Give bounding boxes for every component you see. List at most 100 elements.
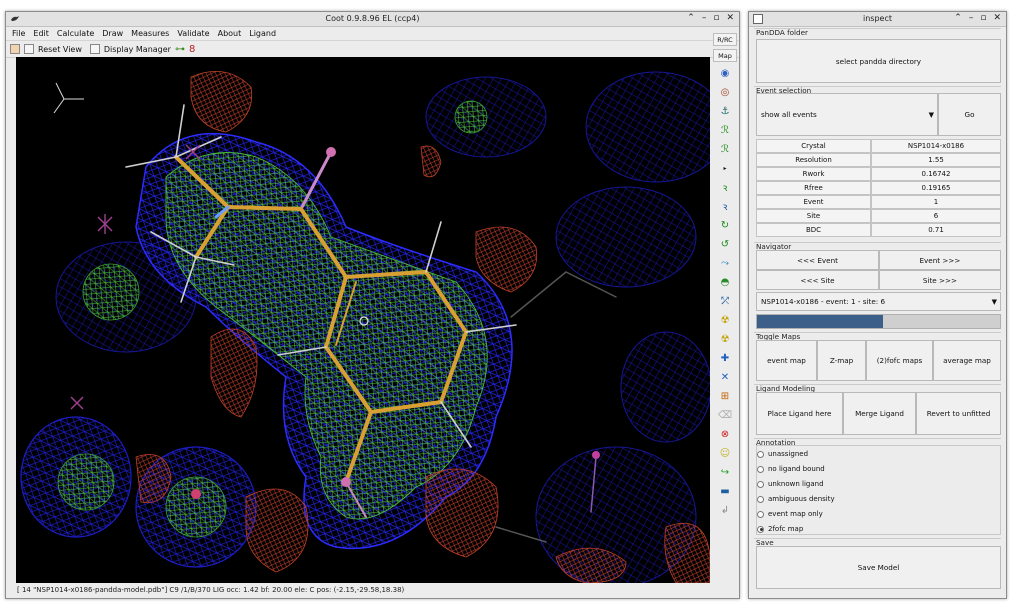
radio-button[interactable] xyxy=(757,450,764,458)
flip-icon[interactable]: ℛ xyxy=(715,141,735,157)
close-icon[interactable]: ✕ xyxy=(726,13,734,23)
reset-view-icon[interactable] xyxy=(24,44,34,54)
table-value-rwork: 0.16742 xyxy=(871,167,1001,181)
radio-button[interactable] xyxy=(757,495,764,503)
place-helix-icon[interactable]: ✚ xyxy=(715,350,735,366)
anchor-icon[interactable]: ⚓ xyxy=(715,103,735,119)
pick-icon[interactable]: 8 xyxy=(189,44,195,55)
coot-titlebar[interactable]: Coot 0.9.8.96 EL (ccp4) ⌃ – ▫ ✕ xyxy=(6,12,739,27)
pandda-folder-group: PanDDA folder xyxy=(754,28,1001,37)
toolbar-toggle-icon[interactable] xyxy=(10,44,20,54)
display-manager-button[interactable]: Display Manager xyxy=(104,45,171,54)
regularize-icon[interactable]: ◎ xyxy=(715,84,735,100)
radio-label: ambiguous density xyxy=(768,495,835,503)
menu-file[interactable]: File xyxy=(12,29,25,38)
radio-label: event map only xyxy=(768,510,823,518)
radio-label: unknown ligand xyxy=(768,480,824,488)
add-water-icon[interactable]: ☢ xyxy=(715,331,735,347)
add-atom-icon[interactable]: ☢ xyxy=(715,312,735,328)
pep-flip-icon[interactable]: ↻ xyxy=(715,217,735,233)
event-navigator-value: NSP1014-x0186 - event: 1 - site: 6 xyxy=(761,297,886,306)
menu-about[interactable]: About xyxy=(218,29,242,38)
annotation-option-unassigned[interactable]: unassigned xyxy=(757,450,808,458)
rrc-button[interactable]: R/RC xyxy=(713,33,737,46)
radio-button[interactable] xyxy=(757,510,764,518)
2fofc-maps-button[interactable]: (2)fofc maps xyxy=(866,340,933,381)
rotate-translate-icon[interactable]: ◉ xyxy=(715,65,735,81)
next-event-button[interactable]: Event >>> xyxy=(879,250,1001,270)
reset-view-button[interactable]: Reset View xyxy=(38,45,82,54)
annotation-group: Annotation xyxy=(754,438,1001,447)
radio-button[interactable] xyxy=(757,480,764,488)
molecule-canvas[interactable] xyxy=(16,57,710,583)
annotation-option-event-map-only[interactable]: event map only xyxy=(757,510,823,518)
event-map-button[interactable]: event map xyxy=(756,340,817,381)
mutate-icon[interactable]: ⤳ xyxy=(715,255,735,271)
table-value-bdc: 0.71 xyxy=(871,223,1001,237)
table-value-resolution: 1.55 xyxy=(871,153,1001,167)
event-navigator-dropdown[interactable]: NSP1014-x0186 - event: 1 - site: 6 ▼ xyxy=(756,292,1001,311)
menu-edit[interactable]: Edit xyxy=(33,29,49,38)
save-model-button[interactable]: Save Model xyxy=(756,546,1001,589)
go-button[interactable]: Go xyxy=(938,93,1001,136)
menu-draw[interactable]: Draw xyxy=(102,29,123,38)
menu-ligand[interactable]: Ligand xyxy=(249,29,276,38)
dropdown-arrow-icon: ▼ xyxy=(991,298,997,306)
real-space-refine-icon[interactable]: ℛ xyxy=(715,122,735,138)
table-value-crystal: NSP1014-x0186 xyxy=(871,139,1001,153)
display-manager-icon[interactable] xyxy=(89,44,100,54)
table-label-site: Site xyxy=(756,209,871,223)
annotation-option-2fofc-map[interactable]: 2fofc map xyxy=(757,525,803,533)
minimize-icon[interactable]: – xyxy=(702,13,707,23)
annotation-option-ambiguous-density[interactable]: ambiguous density xyxy=(757,495,835,503)
screen-icon[interactable]: ▬ xyxy=(715,483,735,499)
go-to-atom-icon[interactable]: ⊶ xyxy=(175,44,185,55)
side-icon[interactable]: ◓ xyxy=(715,274,735,290)
menu-measures[interactable]: Measures xyxy=(131,29,169,38)
annotation-option-unknown-ligand[interactable]: unknown ligand xyxy=(757,480,824,488)
menu-validate[interactable]: Validate xyxy=(177,29,209,38)
redo-icon[interactable]: ↪ xyxy=(715,464,735,480)
arrow-down-icon[interactable]: ▸ xyxy=(715,160,735,176)
chat-icon[interactable]: ☺ xyxy=(715,445,735,461)
radio-button[interactable] xyxy=(757,465,764,473)
revert-to-unfitted-button[interactable]: Revert to unfitted xyxy=(916,392,1001,435)
previous-site-button[interactable]: <<< Site xyxy=(756,270,879,290)
delete-icon[interactable]: ✕ xyxy=(715,369,735,385)
add-terminal-residue-icon[interactable]: ⤱ xyxy=(715,293,735,309)
event-filter-dropdown[interactable]: show all events ▼ xyxy=(756,93,938,136)
radio-label: unassigned xyxy=(768,450,809,458)
clear-icon[interactable]: ⌫ xyxy=(715,407,735,423)
merge-ligand-button[interactable]: Merge Ligand xyxy=(843,392,916,435)
undo-icon[interactable]: ⊞ xyxy=(715,388,735,404)
back-icon[interactable]: ↲ xyxy=(715,502,735,518)
select-pandda-directory-button[interactable]: select pandda directory xyxy=(756,39,1001,83)
window-menu-icon[interactable]: ⌃ xyxy=(687,13,695,23)
torsion-icon[interactable]: ꝛ xyxy=(715,198,735,214)
maximize-icon[interactable]: ▫ xyxy=(980,13,986,23)
menubar: File Edit Calculate Draw Measures Valida… xyxy=(6,27,739,41)
side-chain-180-icon[interactable]: ↺ xyxy=(715,236,735,252)
table-label-bdc: BDC xyxy=(756,223,871,237)
table-label-crystal: Crystal xyxy=(756,139,871,153)
inspect-titlebar[interactable]: inspect ⌃ – ▫ ✕ xyxy=(749,12,1006,27)
coot-side-toolbar: R/RC Map ◉ ◎ ⚓ ℛ ℛ ▸ ꝛ ꝛ ↻ ↺ ⤳ ◓ ⤱ ☢ ☢ ✚… xyxy=(713,31,737,573)
previous-event-button[interactable]: <<< Event xyxy=(756,250,879,270)
stop-icon[interactable]: ⊗ xyxy=(715,426,735,442)
toggle-maps-group: Toggle Maps xyxy=(754,332,1001,341)
table-value-event: 1 xyxy=(871,195,1001,209)
rotamer-icon[interactable]: ꝛ xyxy=(715,179,735,195)
menu-calculate[interactable]: Calculate xyxy=(57,29,94,38)
close-icon[interactable]: ✕ xyxy=(993,13,1001,23)
average-map-button[interactable]: average map xyxy=(933,340,1001,381)
annotation-option-no-ligand-bound[interactable]: no ligand bound xyxy=(757,465,825,473)
event-progress-bar xyxy=(756,314,1001,329)
minimize-icon[interactable]: – xyxy=(969,13,974,23)
next-site-button[interactable]: Site >>> xyxy=(879,270,1001,290)
place-ligand-button[interactable]: Place Ligand here xyxy=(756,392,843,435)
map-button[interactable]: Map xyxy=(713,49,737,62)
maximize-icon[interactable]: ▫ xyxy=(713,13,719,23)
z-map-button[interactable]: Z-map xyxy=(817,340,866,381)
radio-button-selected[interactable] xyxy=(757,525,764,533)
window-menu-icon[interactable]: ⌃ xyxy=(954,13,962,23)
